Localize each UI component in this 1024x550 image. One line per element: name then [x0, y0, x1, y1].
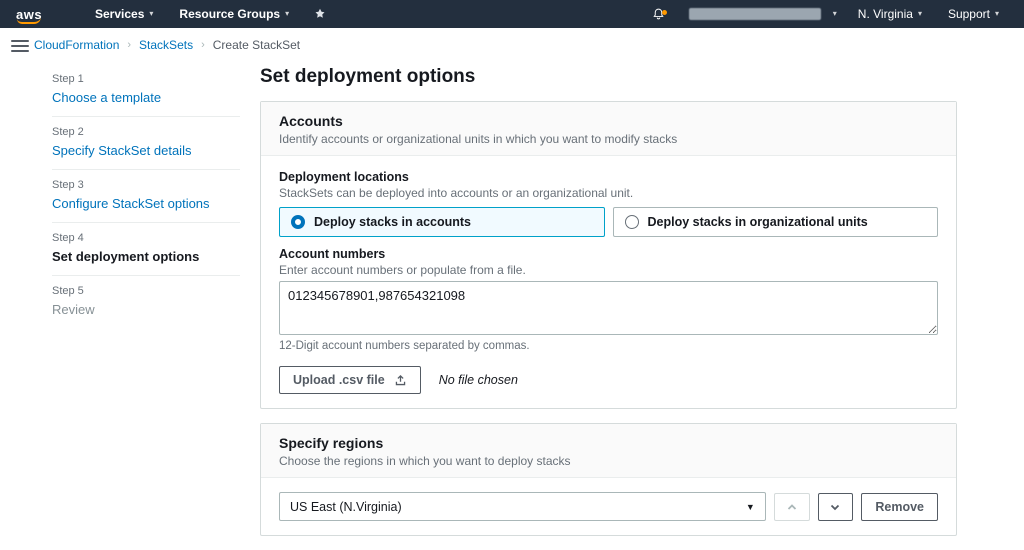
radio-checked-icon[interactable] — [291, 215, 305, 229]
remove-region-button-label: Remove — [875, 499, 924, 514]
radio-tile-deploy-in-org-units[interactable]: Deploy stacks in organizational units — [612, 207, 938, 237]
top-navbar: aws Services ▾ Resource Groups ▾ ▾ N. Vi… — [0, 0, 1024, 28]
chevron-down-icon: ▾ — [149, 9, 154, 18]
services-menu-label: Services — [95, 7, 145, 21]
support-menu[interactable]: Support ▾ — [935, 0, 1012, 28]
specify-regions-card-title: Specify regions — [279, 435, 384, 451]
radio-tile-label: Deploy stacks in organizational units — [647, 215, 868, 229]
move-region-up-button[interactable] — [773, 492, 810, 521]
account-numbers-input[interactable]: 012345678901,987654321098 — [279, 281, 938, 335]
chevron-down-icon: ▾ — [994, 9, 999, 18]
chevron-down-icon: ▾ — [832, 9, 837, 18]
services-menu[interactable]: Services ▾ — [82, 0, 166, 28]
region-menu[interactable]: N. Virginia ▾ — [845, 0, 935, 28]
step-3-configure-options[interactable]: Step 3 Configure StackSet options — [52, 170, 240, 223]
no-file-chosen-text: No file chosen — [438, 373, 518, 387]
radio-tile-deploy-in-accounts[interactable]: Deploy stacks in accounts — [279, 207, 605, 237]
step-number: Step 5 — [52, 285, 84, 297]
specify-regions-card-body: US East (N.Virginia) ▼ Remove — [261, 478, 956, 535]
step-label[interactable]: Configure StackSet options — [52, 196, 240, 211]
resource-groups-menu[interactable]: Resource Groups ▾ — [166, 0, 302, 28]
step-number: Step 1 — [52, 73, 84, 85]
step-label[interactable]: Choose a template — [52, 90, 240, 105]
step-number: Step 3 — [52, 179, 84, 191]
breadcrumb: CloudFormation › StackSets › Create Stac… — [34, 38, 1024, 52]
region-menu-label: N. Virginia — [857, 7, 913, 21]
step-4-deployment-options: Step 4 Set deployment options — [52, 223, 240, 276]
chevron-up-icon — [786, 501, 798, 513]
step-2-specify-details[interactable]: Step 2 Specify StackSet details — [52, 117, 240, 170]
wizard-steps-sidebar: Step 1 Choose a template Step 2 Specify … — [52, 64, 240, 550]
breadcrumb-create-stackset: Create StackSet — [212, 38, 301, 52]
breadcrumb-separator-icon: › — [201, 39, 205, 51]
account-name-redacted — [688, 8, 821, 20]
breadcrumb-stacksets[interactable]: StackSets — [139, 38, 193, 52]
aws-smile-icon — [17, 17, 41, 24]
notifications-bell-icon[interactable] — [642, 7, 675, 21]
pin-icon[interactable] — [302, 8, 338, 20]
specify-regions-card-header: Specify regions Choose the regions in wh… — [261, 424, 956, 478]
aws-logo[interactable]: aws — [16, 7, 52, 24]
specify-regions-card: Specify regions Choose the regions in wh… — [260, 423, 957, 536]
region-select-value: US East (N.Virginia) — [290, 499, 402, 514]
account-numbers-field: Account numbers Enter account numbers or… — [279, 247, 938, 352]
select-caret-icon: ▼ — [745, 501, 755, 512]
region-select[interactable]: US East (N.Virginia) ▼ — [279, 492, 766, 521]
move-region-down-button[interactable] — [817, 492, 854, 521]
main-panel: Set deployment options Accounts Identify… — [260, 64, 957, 550]
upload-csv-button-label: Upload .csv file — [293, 373, 385, 387]
breadcrumb-cloudformation[interactable]: CloudFormation — [34, 38, 119, 52]
breadcrumb-separator-icon: › — [127, 39, 132, 51]
step-1-choose-template[interactable]: Step 1 Choose a template — [52, 64, 240, 117]
chevron-down-icon — [829, 501, 841, 513]
accounts-card-body: Deployment locations StackSets can be de… — [261, 156, 956, 408]
deployment-locations-description: StackSets can be deployed into accounts … — [279, 186, 634, 200]
resource-groups-menu-label: Resource Groups — [179, 7, 281, 21]
accounts-card-title: Accounts — [279, 113, 343, 129]
radio-unchecked-icon[interactable] — [624, 215, 639, 229]
support-menu-label: Support — [947, 7, 990, 21]
remove-region-button[interactable]: Remove — [861, 492, 938, 521]
upload-icon — [394, 374, 407, 387]
step-number: Step 2 — [52, 126, 84, 138]
chevron-down-icon: ▾ — [917, 9, 922, 18]
account-numbers-description: Enter account numbers or populate from a… — [279, 263, 526, 277]
accounts-card-subtitle: Identify accounts or organizational unit… — [279, 132, 678, 146]
page-content: CloudFormation › StackSets › Create Stac… — [0, 28, 1024, 550]
account-numbers-hint: 12-Digit account numbers separated by co… — [279, 340, 530, 352]
step-label[interactable]: Specify StackSet details — [52, 143, 240, 158]
specify-regions-card-subtitle: Choose the regions in which you want to … — [279, 454, 571, 468]
region-row: US East (N.Virginia) ▼ Remove — [279, 492, 938, 521]
notification-dot — [661, 10, 667, 15]
step-label: Set deployment options — [52, 249, 200, 264]
deployment-location-options: Deploy stacks in accounts Deploy stacks … — [279, 207, 938, 237]
upload-csv-button[interactable]: Upload .csv file — [279, 366, 421, 394]
radio-tile-label: Deploy stacks in accounts — [314, 215, 472, 229]
hamburger-menu-icon[interactable] — [11, 37, 29, 55]
deployment-locations-label: Deployment locations — [279, 170, 409, 184]
accounts-card: Accounts Identify accounts or organizati… — [260, 101, 957, 409]
step-5-review: Step 5 Review — [52, 276, 240, 328]
upload-row: Upload .csv file No file chosen — [279, 366, 938, 394]
chevron-down-icon: ▾ — [285, 9, 290, 18]
account-menu[interactable]: ▾ — [675, 0, 845, 28]
navbar-right-group: ▾ N. Virginia ▾ Support ▾ — [642, 0, 1012, 28]
step-label: Review — [52, 302, 95, 317]
account-numbers-label: Account numbers — [279, 247, 386, 261]
step-number: Step 4 — [52, 232, 84, 244]
accounts-card-header: Accounts Identify accounts or organizati… — [261, 102, 956, 156]
page-title: Set deployment options — [260, 66, 476, 87]
